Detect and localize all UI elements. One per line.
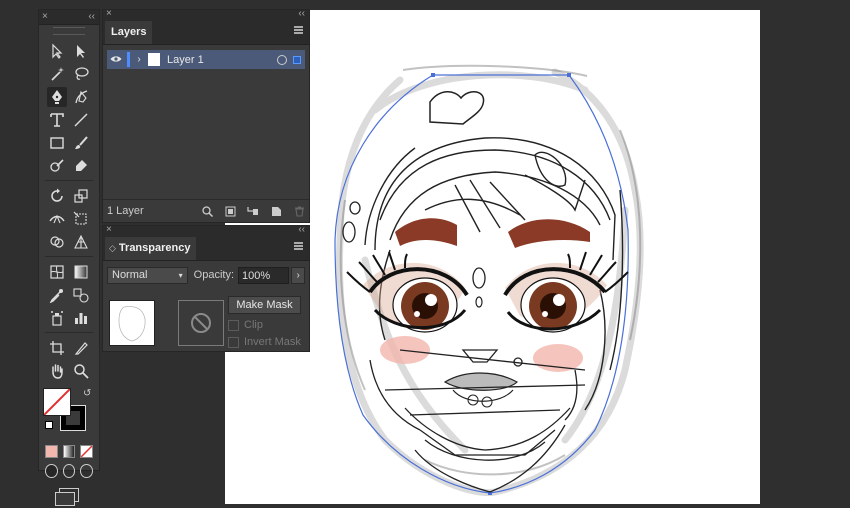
chevron-down-icon: ▾: [178, 270, 183, 280]
free-transform-tool-icon[interactable]: [71, 209, 91, 229]
opacity-input[interactable]: 100%: [238, 266, 290, 284]
visibility-eye-icon[interactable]: [107, 54, 125, 66]
mesh-tool-icon[interactable]: [47, 262, 67, 282]
draw-inside-icon[interactable]: [80, 464, 94, 478]
paintbrush-tool-icon[interactable]: [71, 133, 91, 153]
blend-mode-value: Normal: [112, 269, 148, 281]
symbol-sprayer-tool-icon[interactable]: [47, 308, 67, 328]
blend-tool-icon[interactable]: [71, 285, 91, 305]
slice-tool-icon[interactable]: [71, 338, 91, 358]
tab-transparency-label: Transparency: [118, 242, 191, 254]
shaper-tool-icon[interactable]: [47, 156, 67, 176]
layers-panel: × ‹‹ Layers › Layer 1 1 Layer: [102, 8, 310, 223]
eyedropper-tool-icon[interactable]: [47, 285, 67, 305]
artboard-tool-icon[interactable]: [47, 338, 67, 358]
opacity-label: Opacity:: [193, 269, 235, 281]
layer-row[interactable]: › Layer 1: [107, 50, 305, 69]
draw-normal-icon[interactable]: [45, 464, 58, 478]
type-tool-icon[interactable]: [47, 110, 67, 130]
invert-mask-checkbox-box[interactable]: [228, 336, 239, 348]
layer-selection-indicator[interactable]: [293, 55, 301, 64]
panel-menu-icon[interactable]: [294, 242, 303, 250]
selection-tool-icon[interactable]: [47, 41, 67, 61]
clip-checkbox[interactable]: Clip: [228, 319, 263, 331]
delete-layer-icon[interactable]: [293, 205, 305, 217]
fill-stroke-control: ↺: [39, 388, 99, 442]
create-sublayer-icon[interactable]: [247, 205, 259, 217]
curvature-tool-icon[interactable]: [71, 87, 91, 107]
close-panel-button[interactable]: ×: [42, 10, 48, 24]
layer-name[interactable]: Layer 1: [167, 54, 277, 66]
line-segment-tool-icon[interactable]: [71, 110, 91, 130]
tab-layers[interactable]: Layers: [105, 21, 153, 44]
expand-chevron-icon[interactable]: ›: [130, 54, 148, 65]
gradient-mode-icon[interactable]: [62, 444, 76, 458]
none-mode-icon[interactable]: [80, 444, 94, 458]
transparency-panel: × ‹‹ ◇ Transparency Normal ▾ Opacity: 100…: [102, 224, 310, 352]
layers-footer: 1 Layer: [103, 199, 309, 222]
tab-transparency[interactable]: ◇ Transparency: [105, 237, 197, 260]
scale-tool-icon[interactable]: [71, 186, 91, 206]
gradient-tool-icon[interactable]: [71, 262, 91, 282]
make-mask-button[interactable]: Make Mask: [228, 296, 301, 314]
direct-selection-tool-icon[interactable]: [71, 41, 91, 61]
pen-tool-icon[interactable]: [47, 86, 67, 107]
make-clipping-mask-icon[interactable]: [224, 205, 236, 217]
color-mode-icon[interactable]: [45, 444, 58, 458]
eraser-tool-icon[interactable]: [71, 156, 91, 176]
mask-thumbnail[interactable]: [178, 300, 224, 346]
panel-menu-icon[interactable]: [294, 26, 303, 34]
width-tool-icon[interactable]: [47, 209, 67, 229]
screen-mode-icon[interactable]: [55, 488, 79, 506]
locate-object-icon[interactable]: [201, 205, 213, 217]
tools-panel: × ‹‹ ↺: [38, 9, 100, 506]
layer-thumbnail: [148, 53, 160, 66]
opacity-slider-toggle[interactable]: ›: [291, 266, 305, 284]
fill-swatch[interactable]: [43, 388, 71, 416]
clip-label: Clip: [244, 319, 263, 331]
tools-panel-header: × ‹‹: [39, 10, 99, 25]
rotate-tool-icon[interactable]: [47, 186, 67, 206]
collapse-panel-button[interactable]: ‹‹: [298, 224, 305, 235]
layer-count: 1 Layer: [107, 205, 144, 217]
close-panel-button[interactable]: ×: [106, 8, 112, 19]
layer-target-icon[interactable]: [277, 54, 287, 65]
collapse-panel-button[interactable]: ‹‹: [298, 8, 305, 19]
rectangle-tool-icon[interactable]: [47, 133, 67, 153]
column-graph-tool-icon[interactable]: [71, 308, 91, 328]
default-colors-icon[interactable]: [45, 421, 53, 429]
object-thumbnail: [109, 300, 155, 346]
shape-builder-tool-icon[interactable]: [47, 232, 67, 252]
blend-mode-select[interactable]: Normal ▾: [107, 266, 188, 284]
create-new-layer-icon[interactable]: [270, 205, 282, 217]
lasso-tool-icon[interactable]: [71, 64, 91, 84]
perspective-grid-tool-icon[interactable]: [71, 232, 91, 252]
clip-checkbox-box[interactable]: [228, 319, 239, 331]
magic-wand-tool-icon[interactable]: [47, 64, 67, 84]
zoom-tool-icon[interactable]: [71, 361, 91, 381]
swap-fill-stroke-icon[interactable]: ↺: [83, 388, 91, 399]
panel-grip[interactable]: [53, 27, 85, 35]
options-toggle-icon[interactable]: ◇: [109, 243, 116, 253]
collapse-panel-button[interactable]: ‹‹: [88, 10, 95, 24]
invert-mask-checkbox[interactable]: Invert Mask: [228, 336, 301, 348]
close-panel-button[interactable]: ×: [106, 224, 112, 235]
draw-behind-icon[interactable]: [62, 464, 76, 478]
invert-mask-label: Invert Mask: [244, 336, 301, 348]
hand-tool-icon[interactable]: [47, 361, 67, 381]
